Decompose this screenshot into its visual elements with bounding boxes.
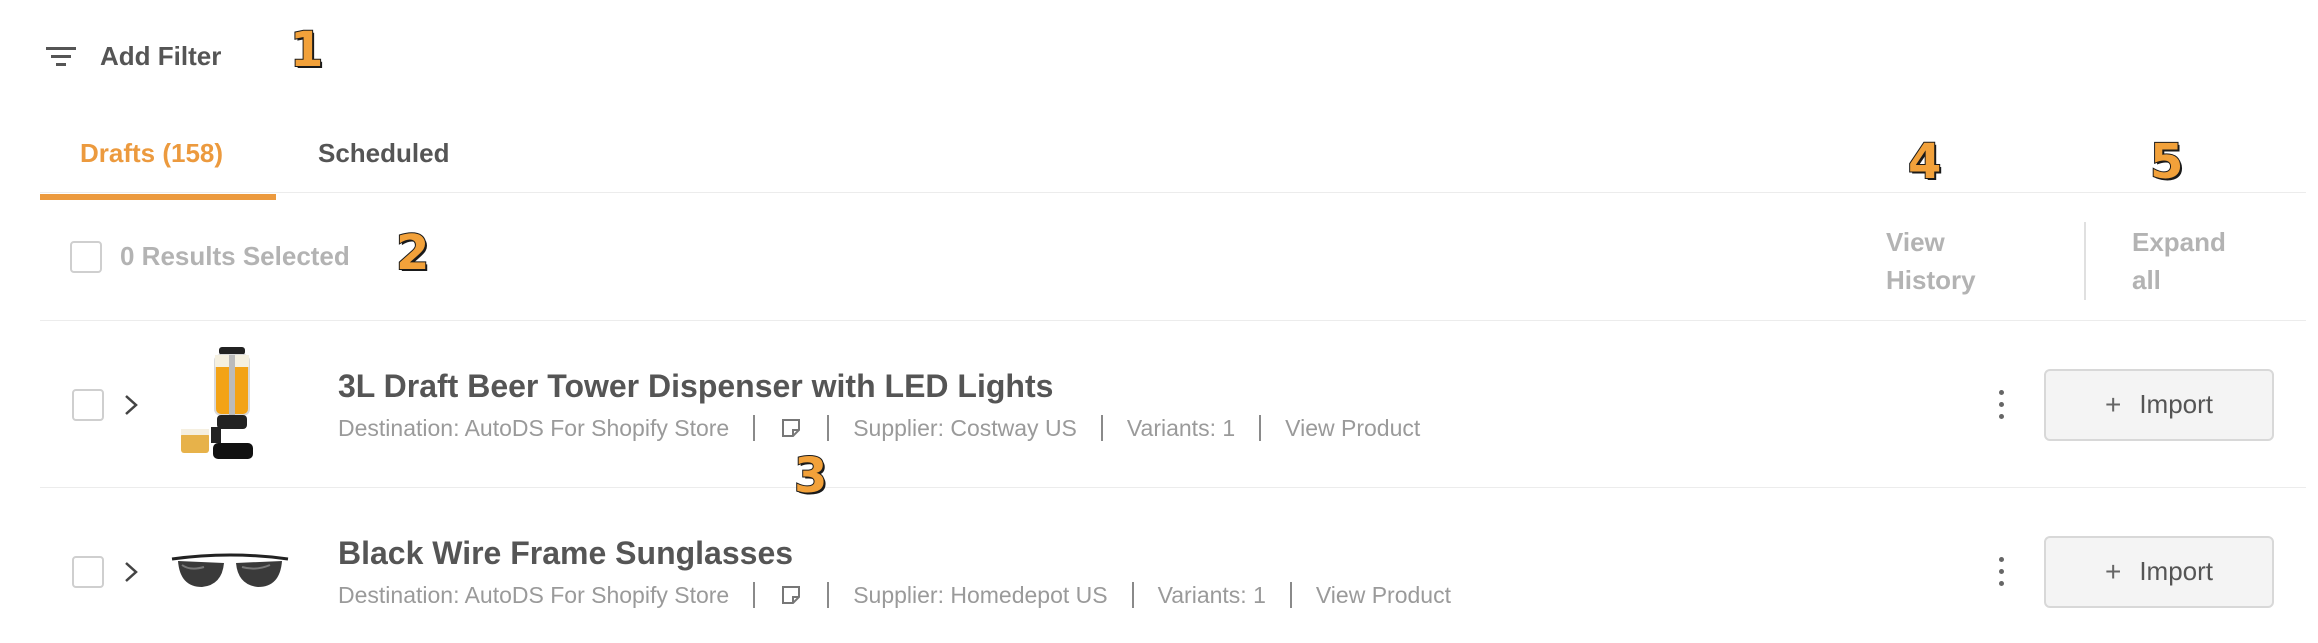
product-title[interactable]: 3L Draft Beer Tower Dispenser with LED L… bbox=[338, 368, 1420, 405]
add-filter-label: Add Filter bbox=[100, 40, 222, 71]
tab-scheduled[interactable]: Scheduled bbox=[276, 110, 489, 196]
note-icon[interactable] bbox=[779, 416, 803, 440]
annotation-marker-2: 2 bbox=[395, 225, 430, 281]
meta-divider bbox=[1259, 415, 1262, 441]
import-label: Import bbox=[2139, 556, 2214, 586]
meta-divider bbox=[1100, 415, 1103, 441]
plus-icon: + bbox=[2104, 388, 2122, 420]
meta-divider bbox=[753, 582, 756, 608]
product-info: Black Wire Frame Sunglasses Destination:… bbox=[338, 535, 1451, 609]
supplier-label: Supplier: Costway US bbox=[853, 414, 1077, 441]
results-selected-label: 0 Results Selected bbox=[120, 241, 350, 271]
more-options-icon[interactable] bbox=[1986, 548, 2016, 596]
chevron-right-icon[interactable] bbox=[118, 559, 144, 585]
view-product-link[interactable]: View Product bbox=[1285, 415, 1420, 442]
product-info: 3L Draft Beer Tower Dispenser with LED L… bbox=[338, 368, 1420, 442]
product-meta: Destination: AutoDS For Shopify Store Su… bbox=[338, 415, 1420, 442]
sunglasses-image bbox=[168, 510, 292, 634]
meta-divider bbox=[827, 415, 830, 441]
view-product-link[interactable]: View Product bbox=[1316, 582, 1451, 609]
view-history-button[interactable]: View History bbox=[1886, 223, 1996, 299]
product-title[interactable]: Black Wire Frame Sunglasses bbox=[338, 535, 1451, 572]
import-button[interactable]: + Import bbox=[2044, 535, 2274, 608]
product-row: 3L Draft Beer Tower Dispenser with LED L… bbox=[40, 322, 2306, 488]
product-meta: Destination: AutoDS For Shopify Store Su… bbox=[338, 582, 1451, 609]
supplier-label: Supplier: Homedepot US bbox=[853, 581, 1108, 608]
filter-lines-icon bbox=[44, 43, 78, 69]
product-checkbox[interactable] bbox=[72, 388, 104, 421]
destination-label: Destination: AutoDS For Shopify Store bbox=[338, 581, 730, 608]
import-label: Import bbox=[2139, 389, 2214, 419]
annotation-marker-3: 3 bbox=[793, 448, 828, 504]
tab-bar: Drafts (158) Scheduled bbox=[40, 110, 489, 200]
variants-label: Variants: 1 bbox=[1126, 414, 1236, 441]
meta-divider bbox=[827, 582, 830, 608]
product-row: Black Wire Frame Sunglasses Destination:… bbox=[40, 489, 2306, 643]
meta-divider bbox=[1289, 582, 1292, 608]
product-checkbox[interactable] bbox=[72, 555, 104, 588]
tab-drafts[interactable]: Drafts (158) bbox=[40, 110, 276, 200]
annotation-marker-4: 4 bbox=[1907, 134, 1942, 190]
destination-label: Destination: AutoDS For Shopify Store bbox=[338, 414, 730, 441]
toolbar-divider bbox=[2084, 222, 2086, 300]
annotation-marker-1: 1 bbox=[289, 22, 324, 78]
select-all-checkbox[interactable] bbox=[70, 240, 102, 273]
meta-divider bbox=[1131, 582, 1134, 608]
more-options-icon[interactable] bbox=[1986, 381, 2016, 429]
variants-label: Variants: 1 bbox=[1157, 581, 1266, 608]
add-filter-button[interactable]: Add Filter bbox=[44, 30, 221, 82]
note-icon[interactable] bbox=[779, 583, 803, 607]
plus-icon: + bbox=[2104, 555, 2122, 587]
expand-all-button[interactable]: Expand all bbox=[2132, 223, 2242, 299]
annotation-marker-5: 5 bbox=[2149, 134, 2184, 190]
beer-tower-image bbox=[168, 343, 292, 467]
import-button[interactable]: + Import bbox=[2044, 368, 2274, 441]
meta-divider bbox=[753, 415, 756, 441]
chevron-right-icon[interactable] bbox=[118, 392, 144, 418]
